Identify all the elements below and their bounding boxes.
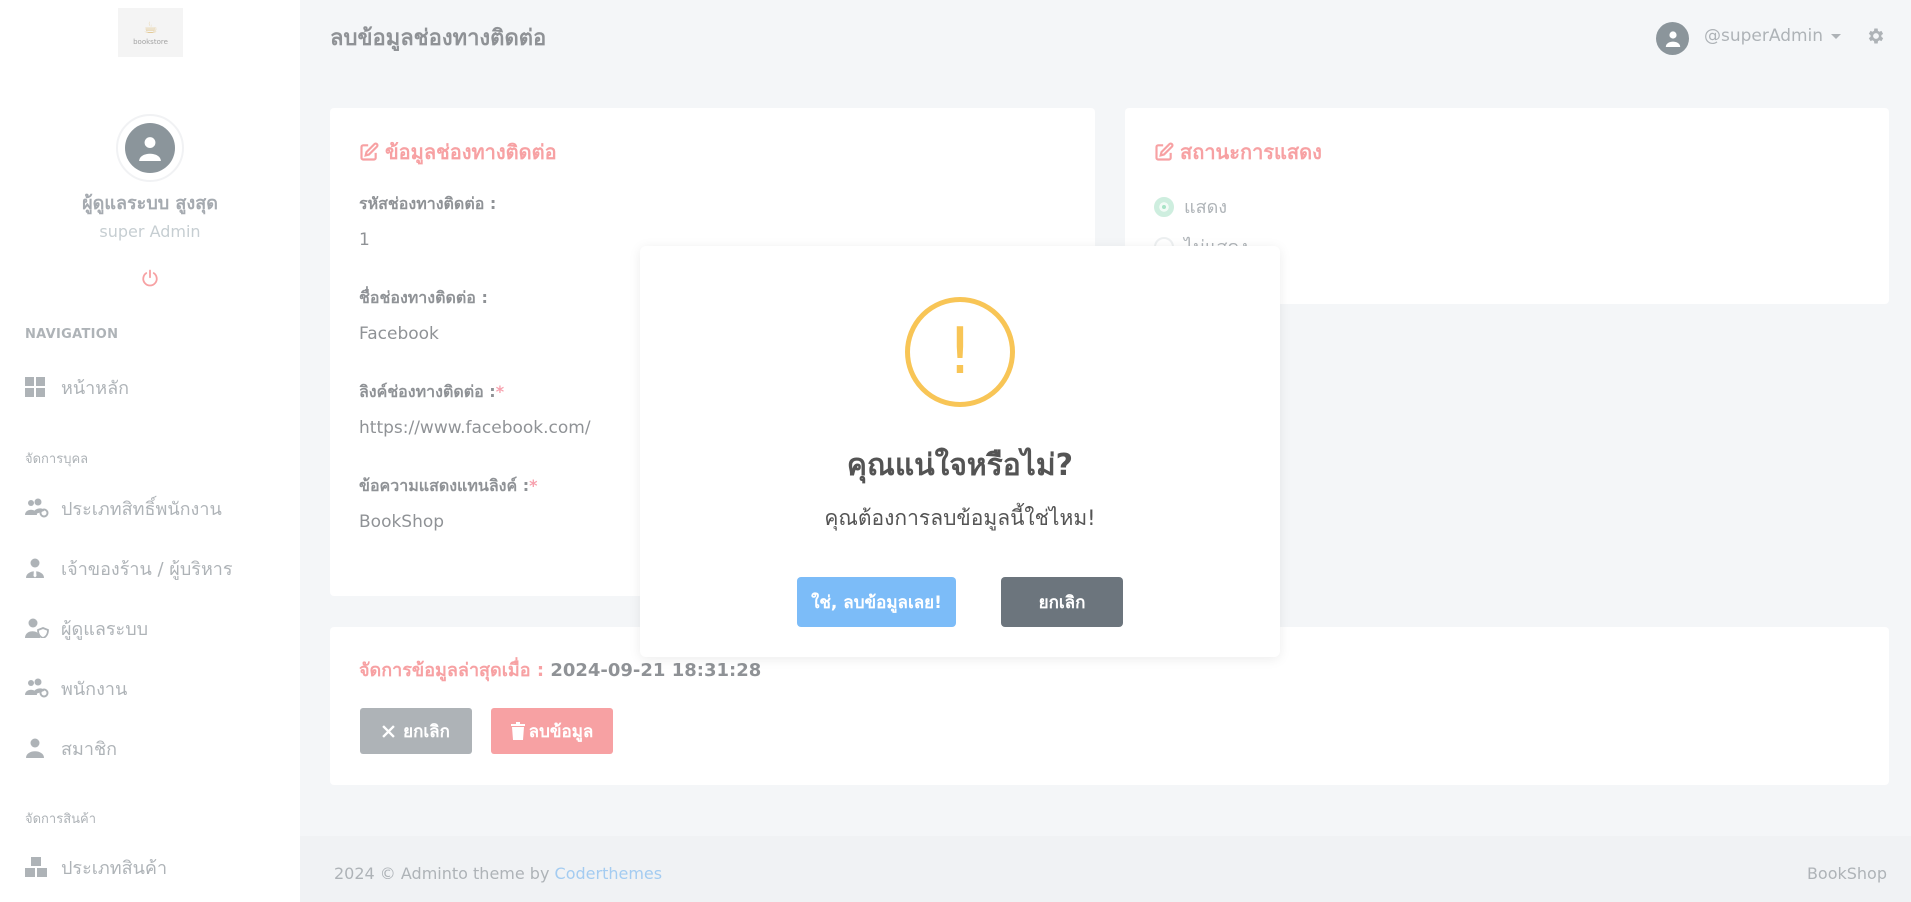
warning-icon: ! — [905, 297, 1015, 407]
warning-glyph: ! — [947, 315, 973, 389]
confirm-delete-modal: ! คุณแน่ใจหรือไม่? คุณต้องการลบข้อมูลนี้… — [640, 246, 1280, 657]
modal-cancel-button[interactable]: ยกเลิก — [1001, 577, 1123, 627]
modal-title: คุณแน่ใจหรือไม่? — [846, 448, 1074, 483]
confirm-delete-button[interactable]: ใช่, ลบข้อมูลเลย! — [797, 577, 956, 627]
modal-text: คุณต้องการลบข้อมูลนี้ใช่ไหม! — [824, 506, 1096, 530]
